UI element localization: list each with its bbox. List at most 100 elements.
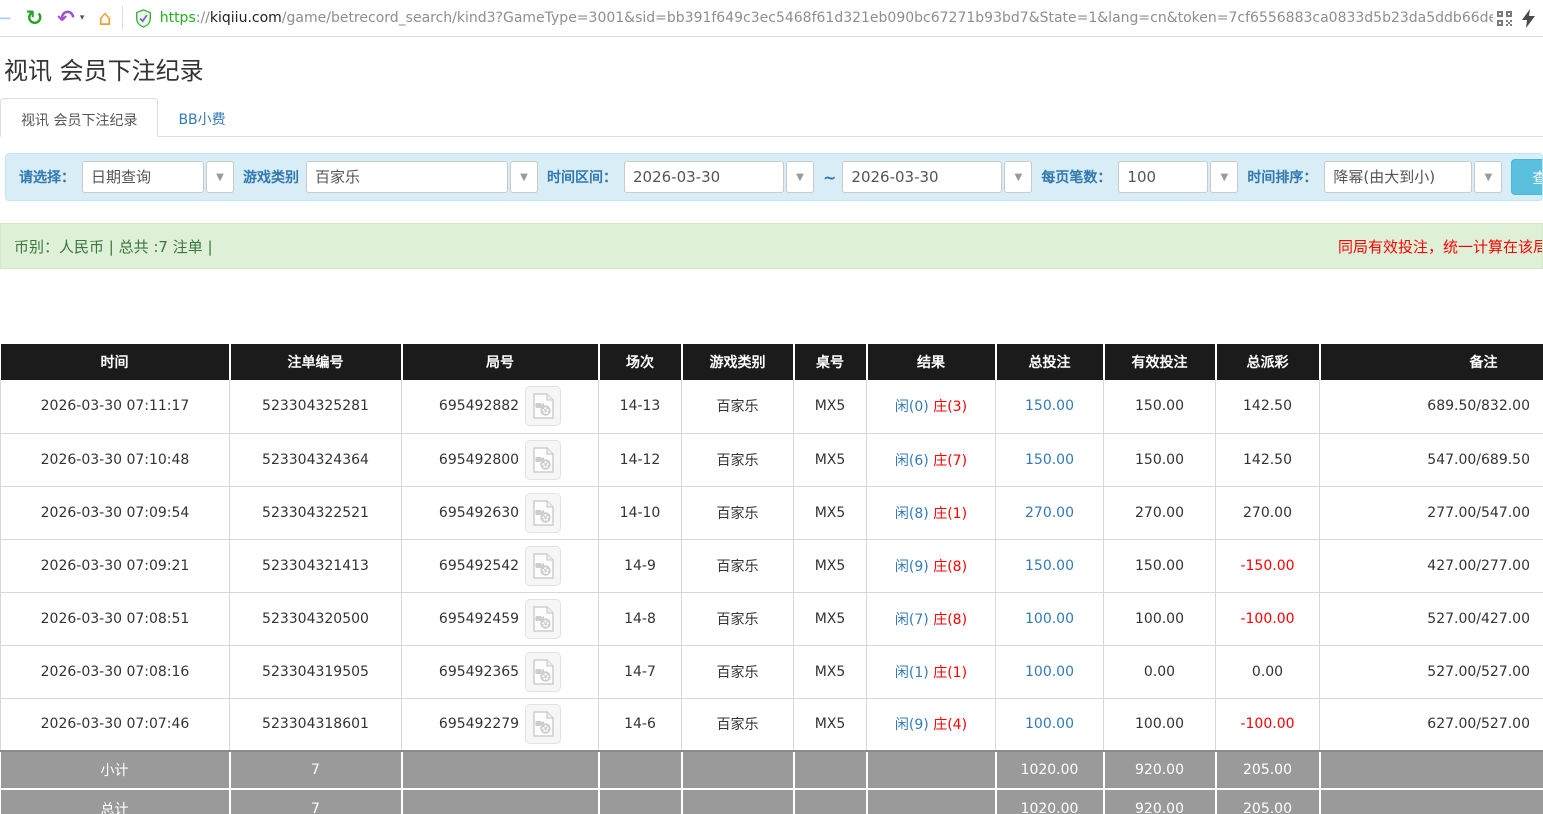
query-type-dropdown-icon[interactable]: ▼	[206, 161, 234, 193]
undo-icon[interactable]: ↶	[57, 8, 75, 29]
reload-icon[interactable]: ↻	[26, 8, 44, 29]
total-bet-link[interactable]: 270.00	[1025, 505, 1074, 521]
cell-note: 689.50/832.00	[1320, 380, 1543, 433]
cell-result: 闲(9) 庄(8)	[867, 539, 996, 592]
video-replay-button[interactable]	[525, 493, 561, 533]
cell-valid-bet: 100.00	[1104, 592, 1216, 645]
video-replay-button[interactable]	[525, 386, 561, 426]
date-from-value[interactable]: 2026-03-30	[624, 161, 784, 193]
round-number: 695492279	[439, 716, 519, 732]
cell-table-no: MX5	[794, 539, 867, 592]
filter-bar: 请选择： 日期查询 ▼ 游戏类别 百家乐 ▼ 时间区间： 2026-03-30 …	[5, 153, 1543, 201]
result-player: 闲(9)	[895, 717, 929, 733]
cell-time: 2026-03-30 07:09:21	[1, 539, 230, 592]
cell-note: 527.00/527.00	[1320, 645, 1543, 698]
result-banker: 庄(1)	[933, 506, 967, 522]
date-to-dropdown-icon[interactable]: ▼	[1004, 161, 1032, 193]
cell-round: 695492365	[402, 645, 599, 698]
cell-game-type: 百家乐	[682, 486, 794, 539]
home-icon[interactable]: ⌂	[98, 8, 111, 29]
video-replay-button[interactable]	[525, 599, 561, 639]
table-row: 2026-03-30 07:07:46 523304318601 6954922…	[1, 698, 1543, 751]
tab-bb-tips[interactable]: BB小费	[158, 98, 245, 136]
col-valid-bet: 有效投注	[1104, 344, 1216, 380]
cell-table-no: MX5	[794, 698, 867, 751]
currency-total-text: 币别：人民币 | 总共 :7 注单 |	[1, 236, 213, 257]
sort-value[interactable]: 降幂(由大到小)	[1324, 161, 1472, 193]
total-bet-link[interactable]: 150.00	[1025, 558, 1074, 574]
cell-time: 2026-03-30 07:11:17	[1, 380, 230, 433]
col-round: 局号	[402, 344, 599, 380]
cell-bet-id: 523304321413	[230, 539, 402, 592]
address-bar[interactable]: https://kiqiiu.com/game/betrecord_search…	[160, 10, 1493, 26]
game-type-value[interactable]: 百家乐	[306, 161, 508, 193]
summary-payout: 205.00	[1216, 789, 1320, 814]
video-replay-button[interactable]	[525, 652, 561, 692]
search-button[interactable]: 查询	[1511, 159, 1543, 195]
cell-note: 547.00/689.50	[1320, 433, 1543, 486]
game-type-dropdown-icon[interactable]: ▼	[510, 161, 538, 193]
date-to-value[interactable]: 2026-03-30	[842, 161, 1002, 193]
cell-valid-bet: 150.00	[1104, 433, 1216, 486]
cell-session: 14-9	[599, 539, 682, 592]
cell-note: 427.00/277.00	[1320, 539, 1543, 592]
cell-table-no: MX5	[794, 592, 867, 645]
total-bet-link[interactable]: 150.00	[1025, 452, 1074, 468]
tab-bet-records[interactable]: 视讯 会员下注纪录	[0, 98, 158, 137]
page-size-value[interactable]: 100	[1118, 161, 1208, 193]
sort-combo: 降幂(由大到小) ▼	[1324, 161, 1502, 193]
col-bet-id: 注单编号	[230, 344, 402, 380]
cell-valid-bet: 150.00	[1104, 380, 1216, 433]
url-separator: ://	[196, 10, 210, 26]
cell-payout: -150.00	[1216, 539, 1320, 592]
cell-game-type: 百家乐	[682, 645, 794, 698]
video-replay-button[interactable]	[525, 440, 561, 480]
browser-toolbar: ← ↻ ↶ ▾ ⌂ https://kiqiiu.com/game/betrec…	[0, 0, 1543, 37]
shield-secure-icon	[135, 9, 152, 28]
result-player: 闲(1)	[895, 665, 929, 681]
cell-table-no: MX5	[794, 645, 867, 698]
total-bet-link[interactable]: 100.00	[1025, 611, 1074, 627]
back-icon[interactable]: ←	[0, 8, 12, 29]
page-size-dropdown-icon[interactable]: ▼	[1210, 161, 1238, 193]
summary-total-bet: 1020.00	[996, 751, 1104, 789]
valid-bet-notice: 同局有效投注，统一计算在该局	[1338, 236, 1543, 257]
total-bet-link[interactable]: 150.00	[1025, 398, 1074, 414]
cell-session: 14-13	[599, 380, 682, 433]
cell-total-bet: 100.00	[996, 592, 1104, 645]
total-bet-link[interactable]: 100.00	[1025, 664, 1074, 680]
date-from-dropdown-icon[interactable]: ▼	[786, 161, 814, 193]
total-bet-link[interactable]: 100.00	[1025, 716, 1074, 732]
page-title: 视讯 会员下注纪录	[4, 51, 1543, 86]
cell-round: 695492459	[402, 592, 599, 645]
summary-valid-bet: 920.00	[1104, 751, 1216, 789]
cell-round: 695492279	[402, 698, 599, 751]
video-replay-button[interactable]	[525, 546, 561, 586]
cell-result: 闲(0) 庄(3)	[867, 380, 996, 433]
cell-time: 2026-03-30 07:08:16	[1, 645, 230, 698]
summary-payout: 205.00	[1216, 751, 1320, 789]
cell-result: 闲(7) 庄(8)	[867, 592, 996, 645]
summary-valid-bet: 920.00	[1104, 789, 1216, 814]
cell-time: 2026-03-30 07:10:48	[1, 433, 230, 486]
date-to-combo: 2026-03-30 ▼	[842, 161, 1032, 193]
cell-total-bet: 100.00	[996, 698, 1104, 751]
cell-payout: -100.00	[1216, 592, 1320, 645]
cell-game-type: 百家乐	[682, 592, 794, 645]
result-player: 闲(8)	[895, 506, 929, 522]
result-player: 闲(0)	[895, 399, 929, 415]
tab-bar: 视讯 会员下注纪录 BB小费	[0, 98, 1543, 137]
result-banker: 庄(7)	[933, 453, 967, 469]
video-replay-button[interactable]	[525, 704, 561, 744]
lightning-icon[interactable]	[1522, 9, 1535, 28]
query-type-value[interactable]: 日期查询	[82, 161, 204, 193]
result-player: 闲(7)	[895, 612, 929, 628]
result-banker: 庄(3)	[933, 399, 967, 415]
summary-label: 小计	[1, 751, 230, 789]
qr-code-icon[interactable]	[1497, 11, 1512, 26]
sort-dropdown-icon[interactable]: ▼	[1474, 161, 1502, 193]
cell-payout: 142.50	[1216, 433, 1320, 486]
undo-dropdown-caret-icon[interactable]: ▾	[80, 13, 85, 23]
summary-total-bet: 1020.00	[996, 789, 1104, 814]
cell-session: 14-6	[599, 698, 682, 751]
